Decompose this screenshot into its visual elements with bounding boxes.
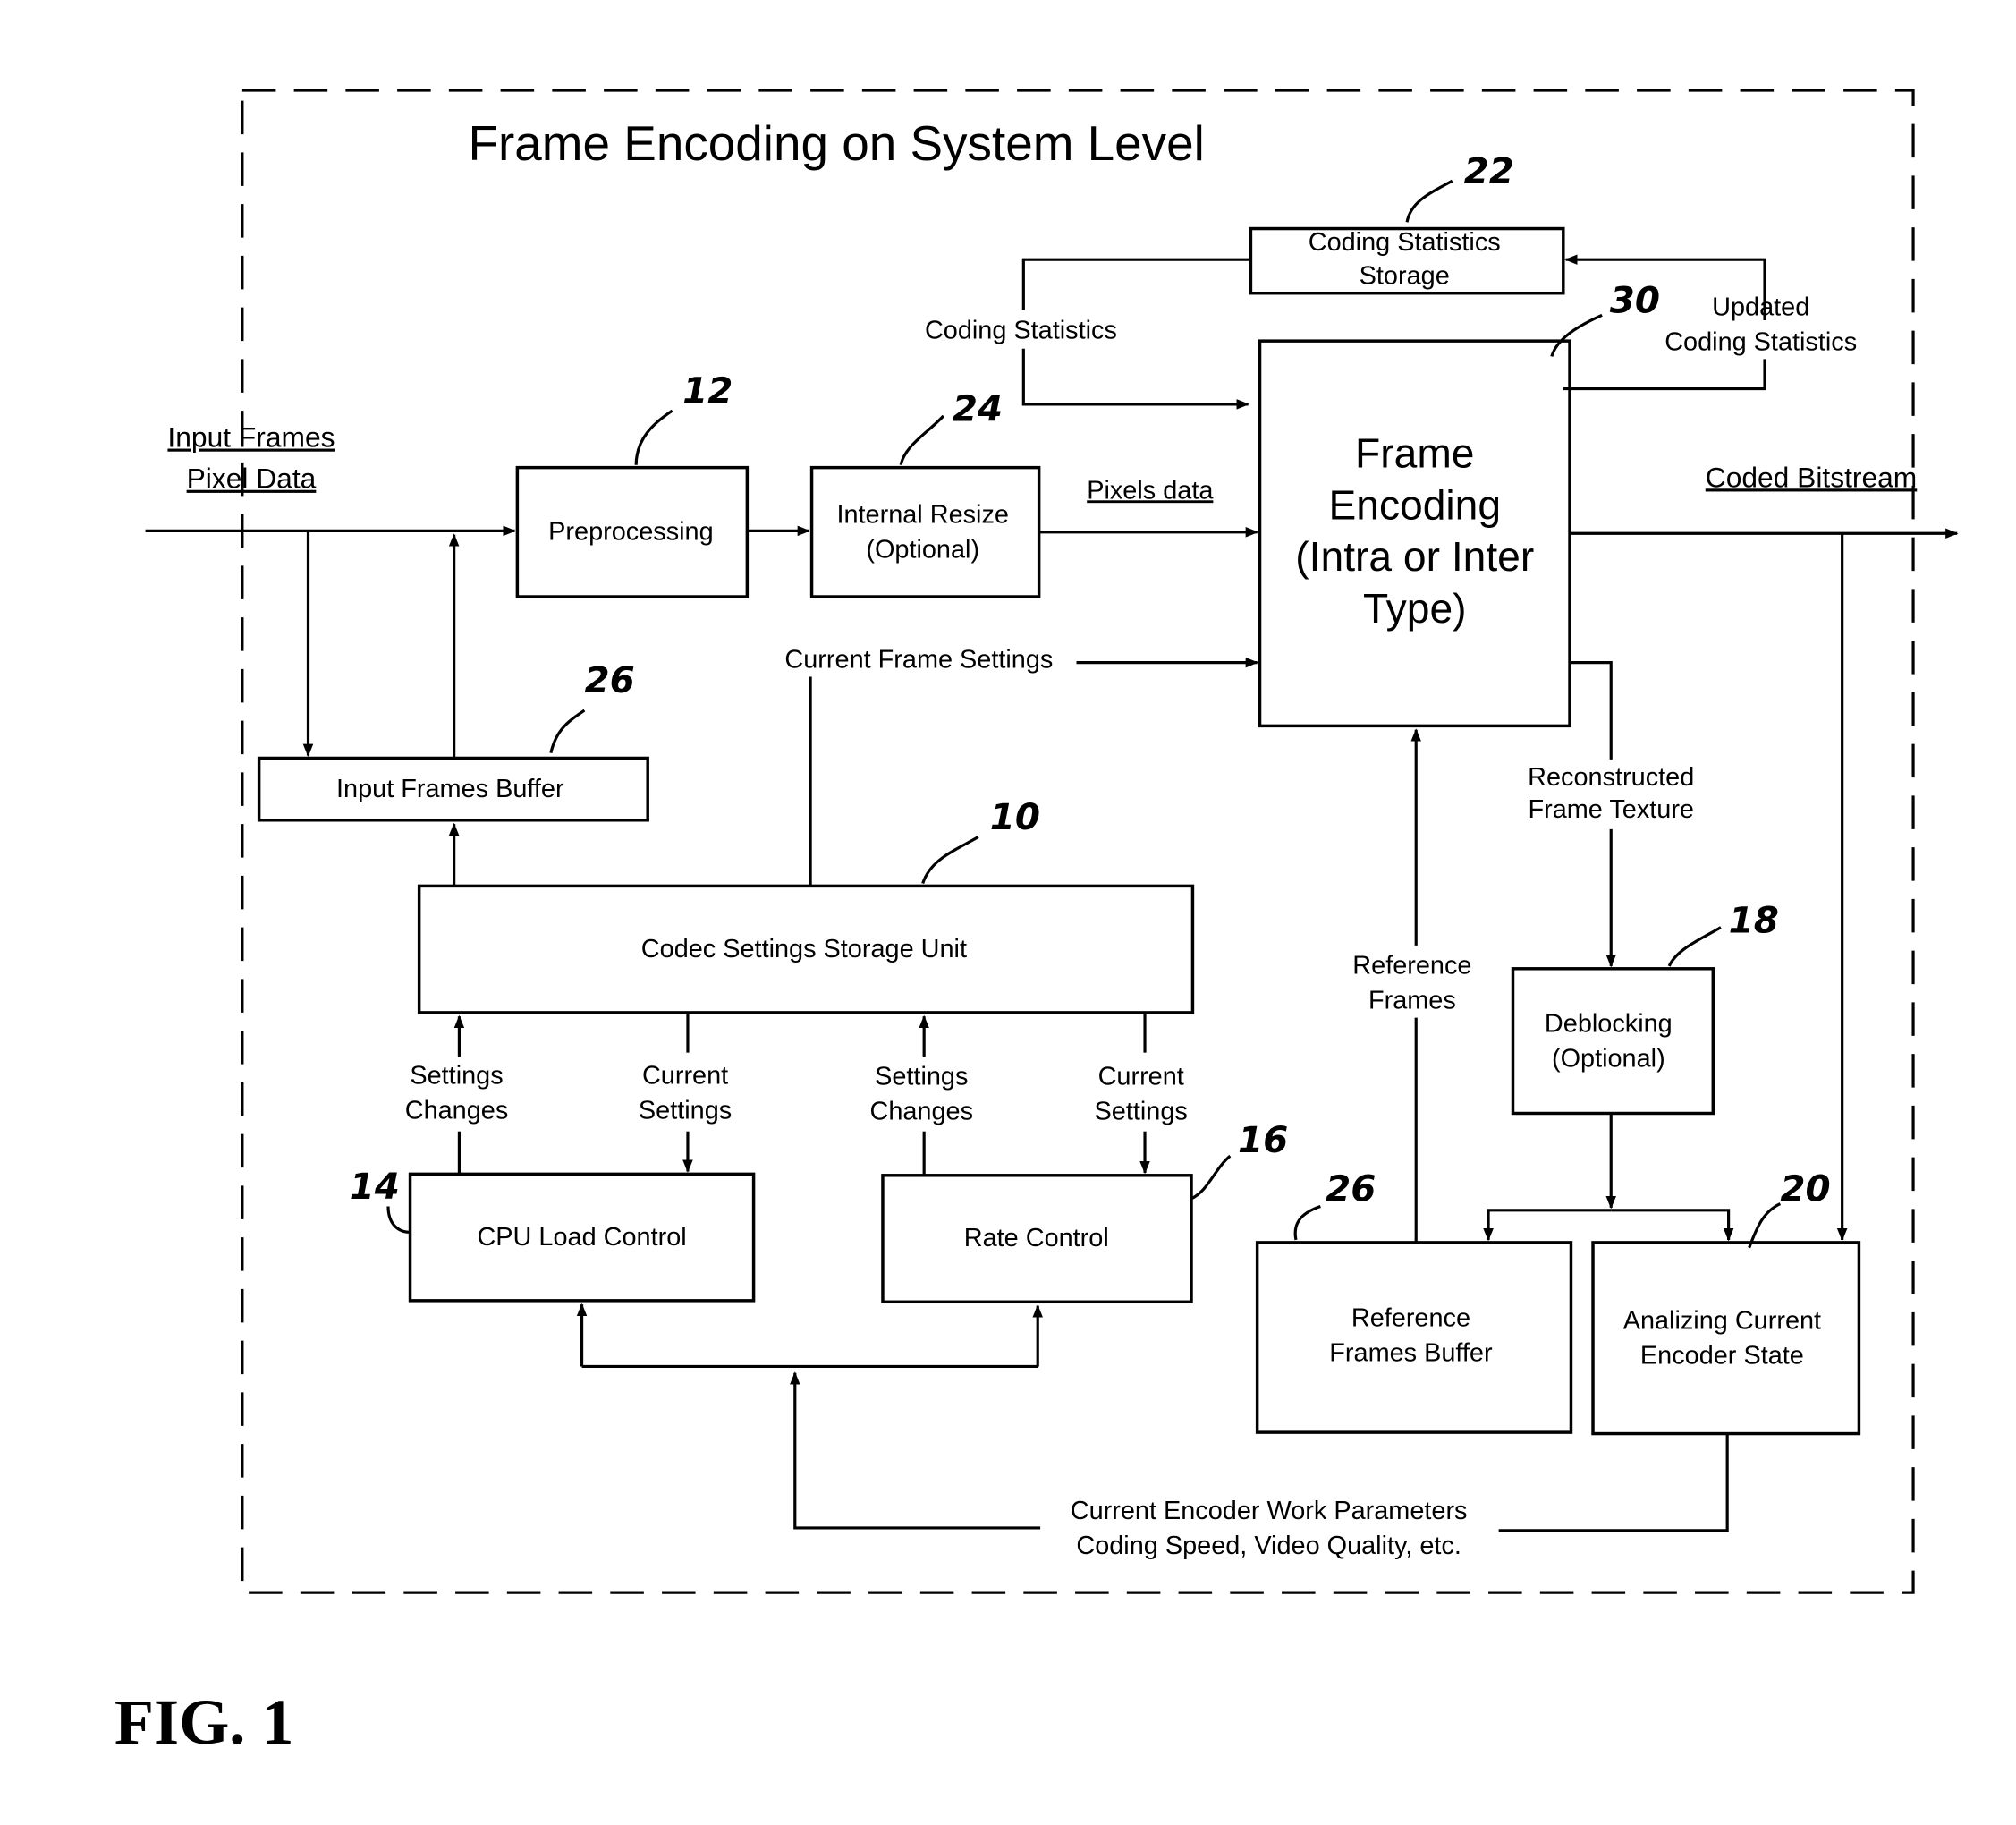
updated-statistics-label: Coding Statistics (1664, 327, 1857, 356)
block-label: Type) (1363, 585, 1467, 632)
current-settings-label: Current (1098, 1063, 1184, 1091)
block-label: Reference (1351, 1304, 1470, 1333)
split-to-reference-arrow (1483, 1209, 1612, 1242)
ref-leader-26b (1293, 1204, 1321, 1241)
ref-numeral-26b: 26 (1326, 1167, 1376, 1210)
preprocessing-block: Preprocessing (515, 465, 750, 598)
block-label: (Optional) (1552, 1045, 1665, 1074)
reference-frames-buffer-block: Reference Frames Buffer (1255, 1241, 1573, 1434)
deblocking-block: Deblocking (Optional) (1511, 967, 1715, 1116)
settings-changes-label: Settings (410, 1061, 503, 1090)
ref-numeral-12: 12 (682, 369, 733, 412)
block-label: Preprocessing (548, 517, 713, 546)
ref-leader-26a (549, 709, 586, 754)
block-label: (Intra or Inter (1295, 533, 1534, 580)
reconstructed-texture-line (1570, 661, 1613, 760)
ref-leader-14 (386, 1206, 411, 1234)
internal-resize-block: Internal Resize (Optional) (809, 465, 1041, 598)
coding-statistics-storage-block: Coding Statistics Storage (1249, 226, 1565, 295)
reference-frames-label: Frames (1368, 987, 1456, 1015)
coding-statistics-label: Coding Statistics (925, 316, 1117, 344)
reconstructed-texture-label: Reconstructed (1528, 763, 1694, 792)
ref-numeral-10: 10 (990, 795, 1040, 838)
ref-numeral-26a: 26 (584, 658, 634, 701)
current-frame-settings-label: Current Frame Settings (784, 645, 1053, 674)
ref-leader-12 (634, 409, 673, 465)
split-to-analyzer-arrow (1611, 1209, 1734, 1242)
block-label: Coding Statistics (1309, 228, 1501, 257)
ref-leader-24 (899, 414, 944, 466)
coding-statistics-line-top (1021, 258, 1251, 310)
block-label: Input Frames Buffer (336, 775, 564, 803)
ref-leader-16 (1190, 1154, 1232, 1201)
ref-numeral-20: 20 (1780, 1167, 1830, 1210)
ref-numeral-22: 22 (1464, 149, 1514, 192)
rate-control-block: Rate Control (881, 1174, 1193, 1304)
system-diagram: Frame Encoding on System Level Input Fra… (114, 89, 1959, 1758)
settings-changes-label: Changes (405, 1096, 509, 1125)
ref-leader-22 (1405, 179, 1453, 223)
settings-changes-label: Changes (870, 1098, 974, 1126)
block-label: Encoder State (1640, 1342, 1804, 1371)
analyzing-encoder-state-block: Analizing Current Encoder State (1591, 1241, 1861, 1436)
coding-statistics-arrow (1021, 348, 1249, 410)
pixels-data-label: Pixels data (1087, 476, 1214, 505)
reference-frames-label: Reference (1352, 952, 1471, 980)
current-settings-label: Current (642, 1061, 728, 1090)
block-label: Frame (1355, 430, 1474, 477)
current-settings-label: Settings (639, 1096, 732, 1125)
ref-numeral-16: 16 (1238, 1118, 1288, 1161)
updated-statistics-line (1563, 359, 1766, 391)
codec-settings-storage-block: Codec Settings Storage Unit (417, 884, 1195, 1014)
block-label: Frames Buffer (1329, 1339, 1493, 1368)
block-label: Codec Settings Storage Unit (641, 935, 967, 963)
diagram-title: Frame Encoding on System Level (469, 115, 1205, 171)
input-frames-label: Input Frames (167, 421, 335, 454)
block-label: Storage (1360, 262, 1450, 291)
reconstructed-texture-label: Frame Texture (1528, 795, 1694, 824)
updated-statistics-label: Updated (1712, 293, 1809, 321)
work-parameters-label: Coding Speed, Video Quality, etc. (1076, 1532, 1461, 1560)
work-parameters-label: Current Encoder Work Parameters (1071, 1497, 1468, 1525)
ref-leader-10 (921, 836, 979, 885)
block-label: Internal Resize (836, 501, 1009, 530)
figure-label: FIG. 1 (114, 1686, 293, 1758)
input-frames-buffer-block: Input Frames Buffer (257, 756, 649, 822)
block-label: (Optional) (866, 536, 979, 564)
block-label: Rate Control (964, 1224, 1109, 1252)
pixel-data-label: Pixel Data (187, 463, 317, 495)
work-parameters-to-controls (790, 1371, 1041, 1530)
ref-numeral-24: 24 (953, 387, 1003, 430)
frame-encoding-block: Frame Encoding (Intra or Inter Type) (1258, 339, 1571, 728)
block-label: Analizing Current (1623, 1307, 1821, 1336)
ref-numeral-18: 18 (1729, 898, 1779, 941)
settings-changes-label: Settings (875, 1063, 968, 1091)
cpu-load-control-block: CPU Load Control (408, 1172, 756, 1303)
current-settings-label: Settings (1095, 1098, 1188, 1126)
coded-bitstream-label: Coded Bitstream (1706, 461, 1917, 493)
ref-numeral-14: 14 (350, 1165, 400, 1208)
block-label: CPU Load Control (477, 1223, 686, 1252)
ref-numeral-30: 30 (1610, 278, 1660, 321)
block-label: Encoding (1328, 481, 1501, 528)
work-parameters-line (1498, 1433, 1729, 1532)
ref-leader-18 (1667, 926, 1722, 967)
block-label: Deblocking (1545, 1010, 1673, 1039)
